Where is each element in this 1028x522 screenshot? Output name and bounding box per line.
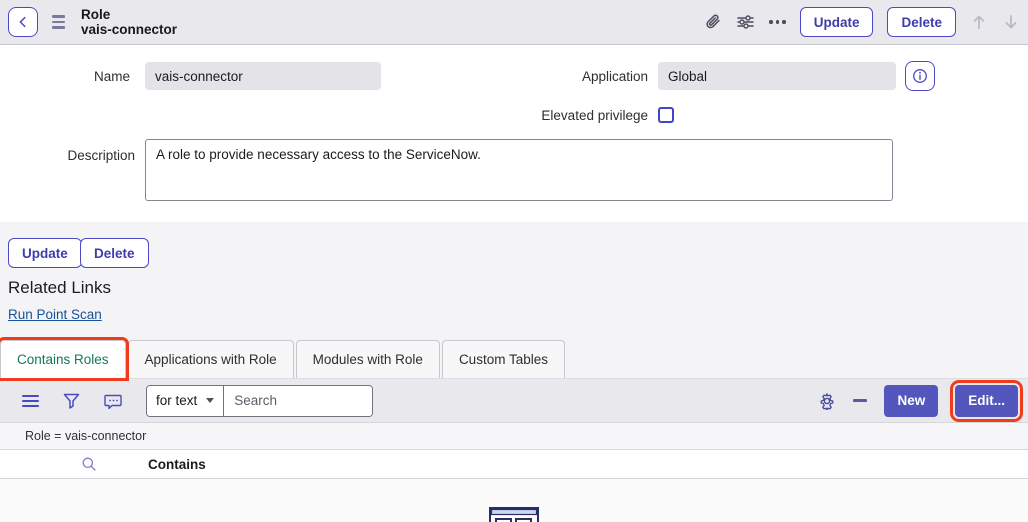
update-button-header[interactable]: Update [800, 7, 874, 37]
page-title: Role vais-connector [81, 7, 177, 37]
name-label: Name [0, 69, 130, 84]
form-footer-section: Update Delete Related Links Run Point Sc… [0, 222, 1028, 378]
previous-record-icon[interactable] [970, 13, 988, 31]
related-links-title: Related Links [8, 278, 111, 298]
edit-button[interactable]: Edit... [955, 385, 1018, 417]
elevated-privilege-checkbox[interactable] [658, 107, 674, 123]
attachment-icon[interactable] [704, 13, 722, 31]
personalize-form-icon[interactable] [736, 13, 755, 31]
name-input[interactable] [145, 62, 381, 90]
list-search: for text [146, 385, 373, 417]
tab-custom-tables[interactable]: Custom Tables [442, 340, 565, 378]
list-toolbar-right: New Edit... [818, 385, 1028, 417]
comments-icon[interactable] [104, 393, 122, 409]
list-column-header-row: Contains [0, 450, 1028, 479]
related-list-tabs: Contains Roles Applications with Role Mo… [0, 340, 565, 378]
empty-list-icon [489, 507, 539, 522]
back-button[interactable] [8, 7, 38, 37]
column-search-icon[interactable] [81, 456, 97, 477]
list-breadcrumb-row: Role = vais-connector [0, 422, 1028, 450]
info-icon [912, 68, 928, 84]
application-label: Application [400, 69, 648, 84]
filter-icon[interactable] [63, 393, 80, 409]
application-input[interactable] [658, 62, 896, 90]
record-name: vais-connector [81, 22, 177, 37]
new-button[interactable]: New [884, 385, 938, 417]
header-actions: Update Delete [704, 7, 1028, 37]
next-record-icon[interactable] [1002, 13, 1020, 31]
column-header-contains[interactable]: Contains [148, 457, 206, 472]
record-type: Role [81, 7, 177, 22]
tab-applications-with-role[interactable]: Applications with Role [128, 340, 294, 378]
form-header: Role vais-connector Update Delete [0, 0, 1028, 45]
description-label: Description [5, 148, 135, 163]
chevron-down-icon [206, 398, 214, 403]
update-button[interactable]: Update [8, 238, 82, 268]
list-breadcrumb[interactable]: Role = vais-connector [25, 429, 146, 443]
search-input[interactable] [224, 386, 372, 416]
role-form: Name Application Elevated privilege Desc… [0, 45, 1028, 222]
delete-button[interactable]: Delete [80, 238, 149, 268]
elevated-privilege-label: Elevated privilege [400, 108, 648, 123]
tab-modules-with-role[interactable]: Modules with Role [296, 340, 440, 378]
list-menu-icon[interactable] [22, 394, 39, 408]
application-info-button[interactable] [905, 61, 935, 91]
chevron-left-icon [16, 15, 30, 29]
more-options-icon[interactable] [769, 20, 786, 24]
search-scope-select[interactable]: for text [147, 386, 224, 416]
list-body [0, 479, 1028, 522]
list-toolbar-icons [22, 393, 122, 409]
list-settings-gear-icon[interactable] [818, 392, 836, 410]
role-form-page: Role vais-connector Update Delete [0, 0, 1028, 522]
collapse-list-icon[interactable] [853, 399, 867, 402]
search-scope-value: for text [156, 393, 197, 408]
form-context-menu-icon[interactable] [52, 15, 65, 29]
list-toolbar: for text New Edit... [0, 378, 1028, 422]
tab-contains-roles[interactable]: Contains Roles [0, 340, 126, 378]
delete-button-header[interactable]: Delete [887, 7, 956, 37]
run-point-scan-link[interactable]: Run Point Scan [8, 307, 102, 322]
description-textarea[interactable]: A role to provide necessary access to th… [145, 139, 893, 201]
